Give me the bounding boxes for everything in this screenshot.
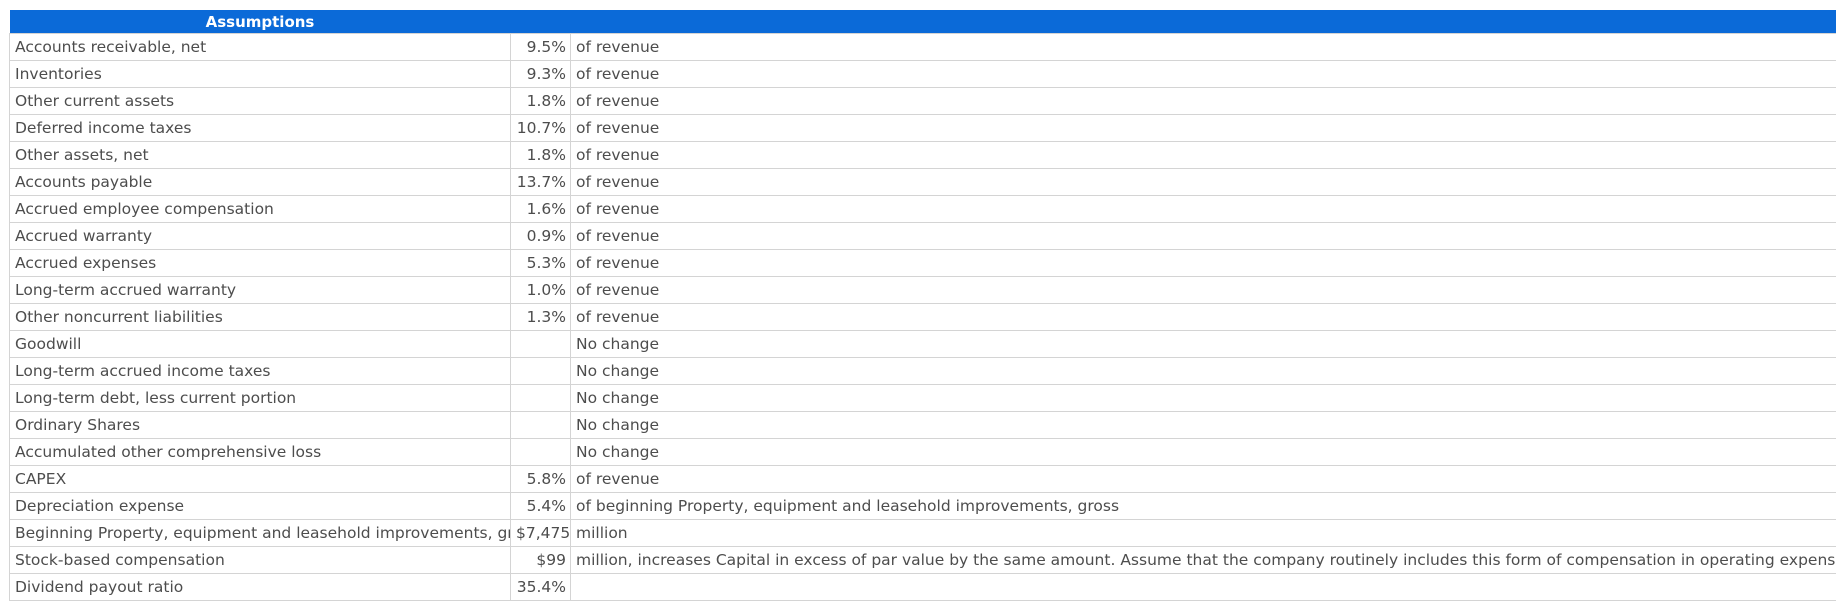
note-cell[interactable]: of revenue	[570, 222, 1836, 250]
note-cell[interactable]: of revenue	[570, 141, 1836, 169]
assumptions-table: Assumptions Accounts receivable, net 9.5%…	[9, 10, 1836, 601]
value-cell[interactable]: 9.3%	[510, 60, 571, 88]
note-cell[interactable]: of beginning Property, equipment and lea…	[570, 492, 1836, 520]
label-cell[interactable]: Other noncurrent liabilities	[9, 303, 511, 331]
label-cell[interactable]: Dividend payout ratio	[9, 573, 511, 601]
note-cell[interactable]: million, increases Capital in excess of …	[570, 546, 1836, 574]
table-row: Other assets, net 1.8% of revenue	[9, 141, 1836, 169]
label-cell[interactable]: Depreciation expense	[9, 492, 511, 520]
value-cell[interactable]: 1.8%	[510, 87, 571, 115]
value-cell[interactable]: $7,475	[510, 519, 571, 547]
label-cell[interactable]: Beginning Property, equipment and leaseh…	[9, 519, 511, 547]
assumptions-sheet: Assumptions Accounts receivable, net 9.5%…	[9, 10, 1836, 601]
label-cell[interactable]: Inventories	[9, 60, 511, 88]
table-row: Accounts payable 13.7% of revenue	[9, 168, 1836, 196]
table-row: Long-term debt, less current portion No c…	[9, 384, 1836, 412]
value-cell[interactable]: 0.9%	[510, 222, 571, 250]
table-row: Accounts receivable, net 9.5% of revenue	[9, 33, 1836, 61]
table-row: Accrued warranty 0.9% of revenue	[9, 222, 1836, 250]
label-cell[interactable]: Accounts payable	[9, 168, 511, 196]
label-cell[interactable]: CAPEX	[9, 465, 511, 493]
note-cell[interactable]: of revenue	[570, 195, 1836, 223]
label-cell[interactable]: Accrued employee compensation	[9, 195, 511, 223]
note-cell[interactable]: million	[570, 519, 1836, 547]
note-cell[interactable]: No change	[570, 357, 1836, 385]
table-row: Ordinary Shares No change	[9, 411, 1836, 439]
value-cell[interactable]: 9.5%	[510, 33, 571, 61]
note-cell[interactable]: of revenue	[570, 114, 1836, 142]
value-cell[interactable]	[510, 438, 571, 466]
label-cell[interactable]: Accrued warranty	[9, 222, 511, 250]
table-row: CAPEX 5.8% of revenue	[9, 465, 1836, 493]
label-cell[interactable]: Stock-based compensation	[9, 546, 511, 574]
header-row: Assumptions	[9, 10, 1836, 34]
value-cell[interactable]: 1.3%	[510, 303, 571, 331]
note-cell[interactable]: No change	[570, 438, 1836, 466]
label-cell[interactable]: Deferred income taxes	[9, 114, 511, 142]
table-row: Inventories 9.3% of revenue	[9, 60, 1836, 88]
note-cell[interactable]: of revenue	[570, 249, 1836, 277]
note-cell[interactable]: of revenue	[570, 303, 1836, 331]
note-cell[interactable]: No change	[570, 411, 1836, 439]
value-cell[interactable]: 1.6%	[510, 195, 571, 223]
table-row: Beginning Property, equipment and leaseh…	[9, 519, 1836, 547]
note-cell[interactable]	[570, 573, 1836, 601]
table-row: Accrued employee compensation 1.6% of reve…	[9, 195, 1836, 223]
table-row: Accumulated other comprehensive loss No c…	[9, 438, 1836, 466]
table-row: Other current assets 1.8% of revenue	[9, 87, 1836, 115]
table-row: Goodwill No change	[9, 330, 1836, 358]
table-row: Accrued expenses 5.3% of revenue	[9, 249, 1836, 277]
value-cell[interactable]: 5.8%	[510, 465, 571, 493]
value-cell[interactable]	[510, 357, 571, 385]
table-row: Other noncurrent liabilities 1.3% of reven…	[9, 303, 1836, 331]
table-title: Assumptions	[9, 10, 1836, 34]
note-cell[interactable]: of revenue	[570, 60, 1836, 88]
value-cell[interactable]: $99	[510, 546, 571, 574]
note-cell[interactable]: of revenue	[570, 276, 1836, 304]
value-cell[interactable]: 5.4%	[510, 492, 571, 520]
label-cell[interactable]: Ordinary Shares	[9, 411, 511, 439]
label-cell[interactable]: Other assets, net	[9, 141, 511, 169]
note-cell[interactable]: of revenue	[570, 168, 1836, 196]
label-cell[interactable]: Accumulated other comprehensive loss	[9, 438, 511, 466]
value-cell[interactable]: 5.3%	[510, 249, 571, 277]
label-cell[interactable]: Long-term debt, less current portion	[9, 384, 511, 412]
label-cell[interactable]: Accrued expenses	[9, 249, 511, 277]
table-body: Accounts receivable, net 9.5% of revenue In…	[9, 33, 1836, 601]
note-cell[interactable]: of revenue	[570, 33, 1836, 61]
table-title-text: Assumptions	[205, 12, 315, 31]
label-cell[interactable]: Goodwill	[9, 330, 511, 358]
value-cell[interactable]: 1.8%	[510, 141, 571, 169]
value-cell[interactable]: 13.7%	[510, 168, 571, 196]
table-row: Depreciation expense 5.4% of beginning Pro…	[9, 492, 1836, 520]
note-cell[interactable]: No change	[570, 330, 1836, 358]
value-cell[interactable]: 10.7%	[510, 114, 571, 142]
value-cell[interactable]	[510, 384, 571, 412]
label-cell[interactable]: Other current assets	[9, 87, 511, 115]
value-cell[interactable]: 1.0%	[510, 276, 571, 304]
value-cell[interactable]: 35.4%	[510, 573, 571, 601]
note-cell[interactable]: No change	[570, 384, 1836, 412]
value-cell[interactable]	[510, 330, 571, 358]
table-row: Stock-based compensation $99 million, incr…	[9, 546, 1836, 574]
label-cell[interactable]: Accounts receivable, net	[9, 33, 511, 61]
note-cell[interactable]: of revenue	[570, 465, 1836, 493]
value-cell[interactable]	[510, 411, 571, 439]
label-cell[interactable]: Long-term accrued warranty	[9, 276, 511, 304]
note-cell[interactable]: of revenue	[570, 87, 1836, 115]
table-row: Deferred income taxes 10.7% of revenue	[9, 114, 1836, 142]
table-row: Long-term accrued income taxes No change	[9, 357, 1836, 385]
table-row: Dividend payout ratio 35.4%	[9, 573, 1836, 601]
table-row: Long-term accrued warranty 1.0% of revenue	[9, 276, 1836, 304]
label-cell[interactable]: Long-term accrued income taxes	[9, 357, 511, 385]
